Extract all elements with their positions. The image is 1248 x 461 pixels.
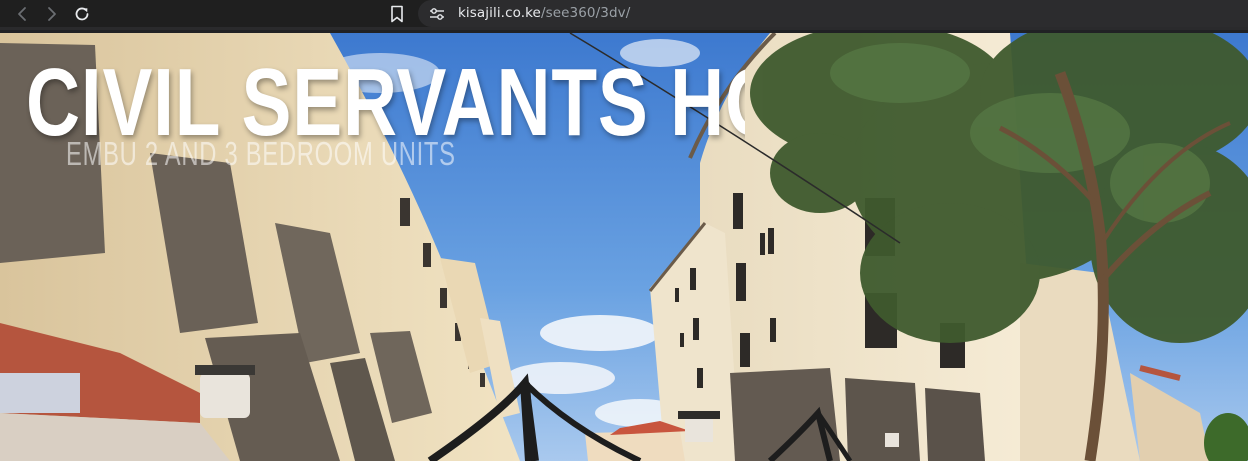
page-subtitle: EMBU 2 AND 3 BEDROOM UNITS	[66, 135, 456, 172]
back-button[interactable]	[11, 3, 33, 25]
browser-toolbar: kisajili.co.ke/see360/3dv/	[0, 0, 1248, 30]
chevron-left-icon	[18, 7, 26, 21]
url-host: kisajili.co.ke	[458, 5, 541, 21]
panorama-viewer[interactable]: CIVIL SERVANTS HO EMBU 2 AND 3 BEDROOM U…	[0, 33, 1248, 461]
reload-icon	[75, 7, 89, 21]
site-info-button[interactable]	[427, 4, 447, 24]
reload-button[interactable]	[71, 3, 93, 25]
chevron-right-icon	[48, 7, 56, 21]
url-text[interactable]: kisajili.co.ke/see360/3dv/	[458, 5, 630, 21]
address-bar[interactable]: kisajili.co.ke/see360/3dv/	[418, 0, 1248, 27]
bookmark-icon	[391, 5, 403, 23]
site-settings-icon	[430, 8, 444, 20]
title-clip: CIVIL SERVANTS HO EMBU 2 AND 3 BEDROOM U…	[0, 33, 745, 233]
url-path: /see360/3dv/	[540, 5, 631, 21]
forward-button[interactable]	[41, 3, 63, 25]
bookmark-button[interactable]	[386, 3, 408, 25]
